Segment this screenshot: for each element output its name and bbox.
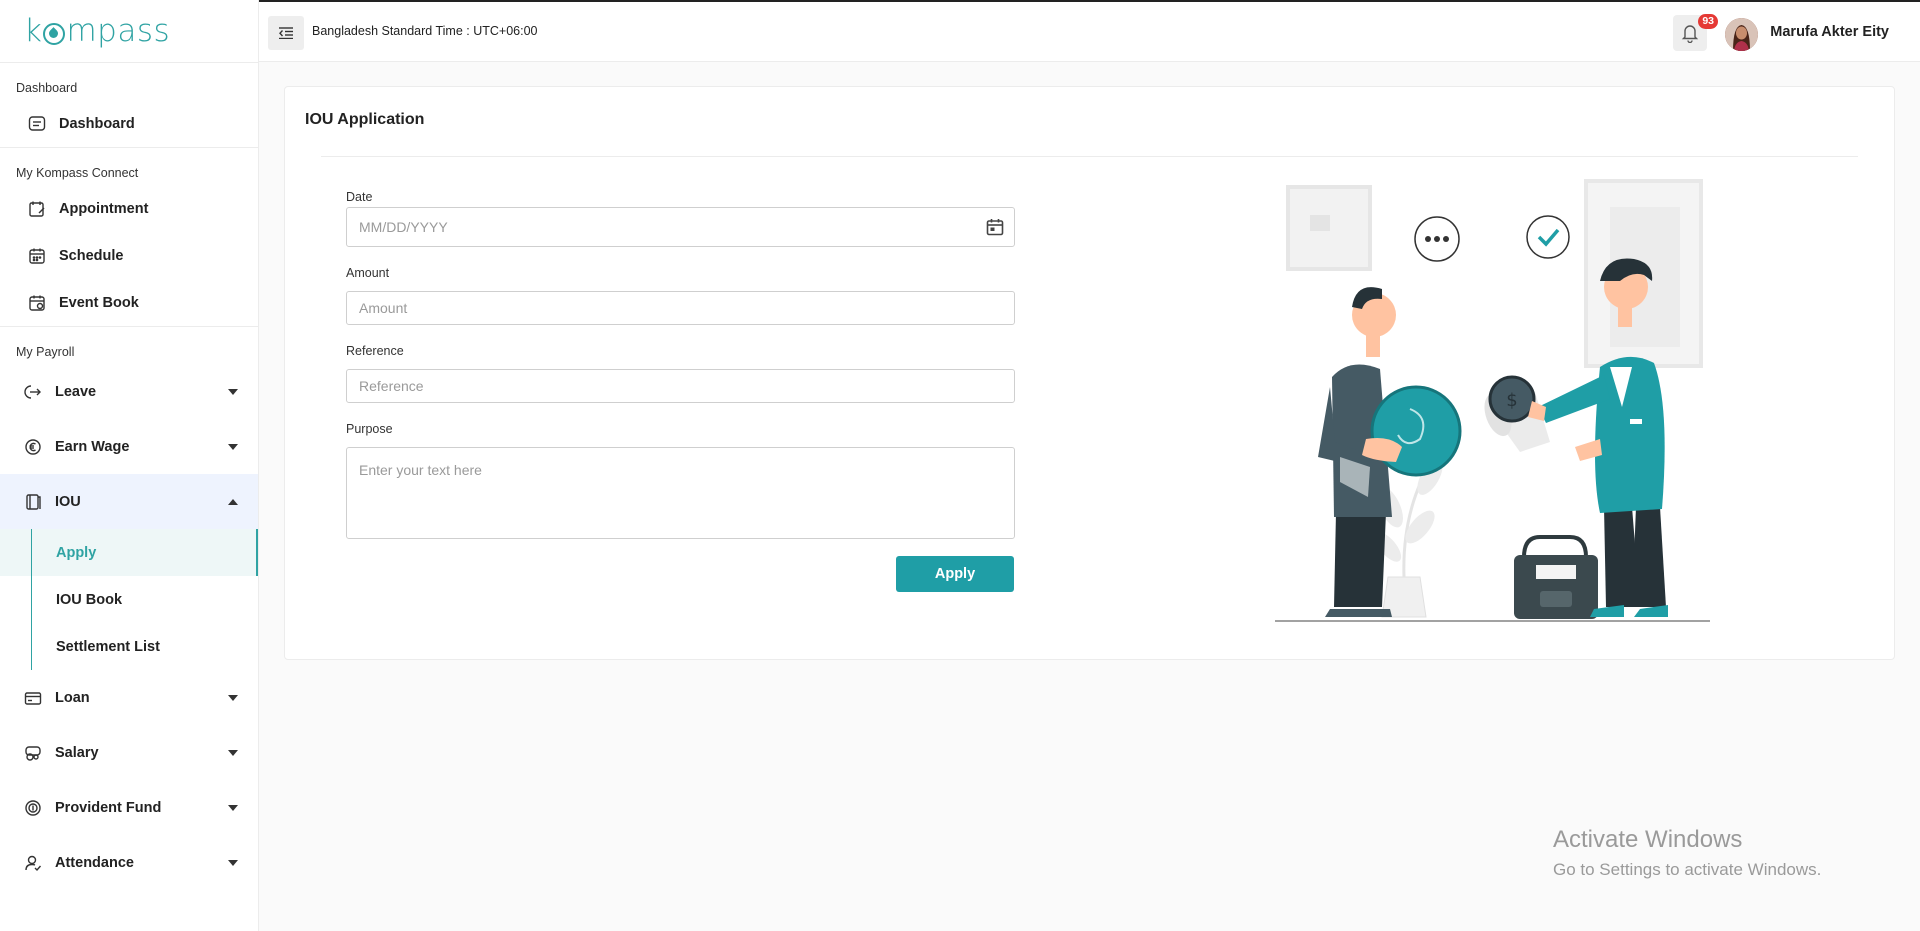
avatar-image — [1725, 18, 1758, 51]
leave-icon — [23, 382, 43, 402]
sidebar-item-label: IOU — [55, 493, 81, 510]
sidebar-item-label: Event Book — [59, 294, 139, 311]
amount-label: Amount — [346, 266, 390, 280]
iou-application-card: IOU Application Date Amount Reference Pu… — [284, 86, 1895, 660]
sidebar-item-loan[interactable]: Loan — [0, 670, 258, 725]
chevron-down-icon — [228, 694, 238, 701]
sidebar-item-label: Leave — [55, 383, 97, 400]
chevron-down-icon — [228, 388, 238, 395]
page-title: IOU Application — [305, 111, 425, 128]
chevron-down-icon — [228, 859, 238, 866]
date-label: Date — [346, 190, 373, 204]
top-bar: Bangladesh Standard Time : UTC+06:00 93 … — [259, 0, 1920, 62]
activate-windows-subtitle: Go to Settings to activate Windows. — [1553, 860, 1822, 879]
sidebar: k mpass Dashboard Dashboard My Kompass Co… — [0, 0, 259, 931]
sidebar-subitem-settlement-list[interactable]: Settlement List — [0, 623, 258, 670]
sidebar-item-salary[interactable]: Salary — [0, 725, 258, 780]
iou-book-icon — [23, 492, 43, 512]
sidebar-item-leave[interactable]: Leave — [0, 364, 258, 419]
dashboard-icon — [27, 114, 47, 134]
sidebar-item-label: Salary — [55, 744, 99, 761]
sidebar-item-event-book[interactable]: Event Book — [0, 279, 258, 326]
apply-button[interactable]: Apply — [896, 556, 1014, 592]
timezone-label: Bangladesh Standard Time : UTC+06:00 — [312, 24, 538, 38]
sidebar-item-dashboard[interactable]: Dashboard — [0, 100, 258, 147]
sidebar-item-label: Dashboard — [59, 115, 135, 132]
sidebar-item-provident-fund[interactable]: Provident Fund — [0, 780, 258, 835]
avatar[interactable] — [1725, 18, 1758, 51]
iou-submenu: Apply IOU Book Settlement List — [0, 529, 258, 670]
salary-icon — [23, 743, 43, 763]
calendar-icon — [27, 246, 47, 266]
purpose-label: Purpose — [346, 422, 393, 436]
section-label-dashboard: Dashboard — [0, 62, 258, 100]
fund-coin-icon — [23, 798, 43, 818]
bell-icon — [1681, 25, 1699, 43]
purpose-field[interactable] — [346, 447, 1015, 539]
sidebar-item-label: Earn Wage — [55, 438, 130, 455]
user-name[interactable]: Marufa Akter Eity — [1770, 24, 1889, 40]
kompass-logo[interactable]: k mpass — [0, 0, 258, 62]
sidebar-subitem-iou-book[interactable]: IOU Book — [0, 576, 258, 623]
sidebar-toggle-button[interactable] — [268, 16, 304, 50]
attendance-user-icon — [23, 853, 43, 873]
earn-wage-icon — [23, 437, 43, 457]
chevron-down-icon — [228, 443, 238, 450]
chevron-down-icon — [228, 804, 238, 811]
chevron-down-icon — [228, 749, 238, 756]
sidebar-item-iou[interactable]: IOU — [0, 474, 258, 529]
event-calendar-icon — [27, 293, 47, 313]
notification-count-badge: 93 — [1698, 14, 1718, 29]
sidebar-item-label: Schedule — [59, 247, 124, 264]
section-label-connect: My Kompass Connect — [0, 147, 258, 185]
sidebar-item-label: Appointment — [59, 200, 149, 217]
appointment-icon — [27, 199, 47, 219]
chevron-up-icon — [228, 498, 238, 505]
sidebar-item-earn-wage[interactable]: Earn Wage — [0, 419, 258, 474]
activate-windows-title: Activate Windows — [1553, 826, 1743, 853]
date-field[interactable] — [346, 207, 1015, 247]
sidebar-item-schedule[interactable]: Schedule — [0, 232, 258, 279]
sidebar-item-label: Attendance — [55, 854, 134, 871]
menu-collapse-icon — [279, 27, 293, 39]
sidebar-item-attendance[interactable]: Attendance — [0, 835, 258, 890]
reference-label: Reference — [346, 344, 404, 358]
calendar-icon[interactable] — [985, 217, 1005, 237]
sidebar-item-label: Loan — [55, 689, 90, 706]
reference-field[interactable] — [346, 369, 1015, 403]
section-label-payroll: My Payroll — [0, 326, 258, 364]
logo-compass-icon — [43, 23, 66, 45]
sidebar-subitem-apply[interactable]: Apply — [0, 529, 258, 576]
sidebar-item-appointment[interactable]: Appointment — [0, 185, 258, 232]
svg-text:$: $ — [1506, 390, 1517, 411]
loan-card-icon — [23, 688, 43, 708]
title-divider — [321, 156, 1858, 157]
sidebar-item-label: Provident Fund — [55, 799, 162, 816]
iou-handshake-illustration: $ — [1275, 179, 1710, 622]
amount-field[interactable] — [346, 291, 1015, 325]
